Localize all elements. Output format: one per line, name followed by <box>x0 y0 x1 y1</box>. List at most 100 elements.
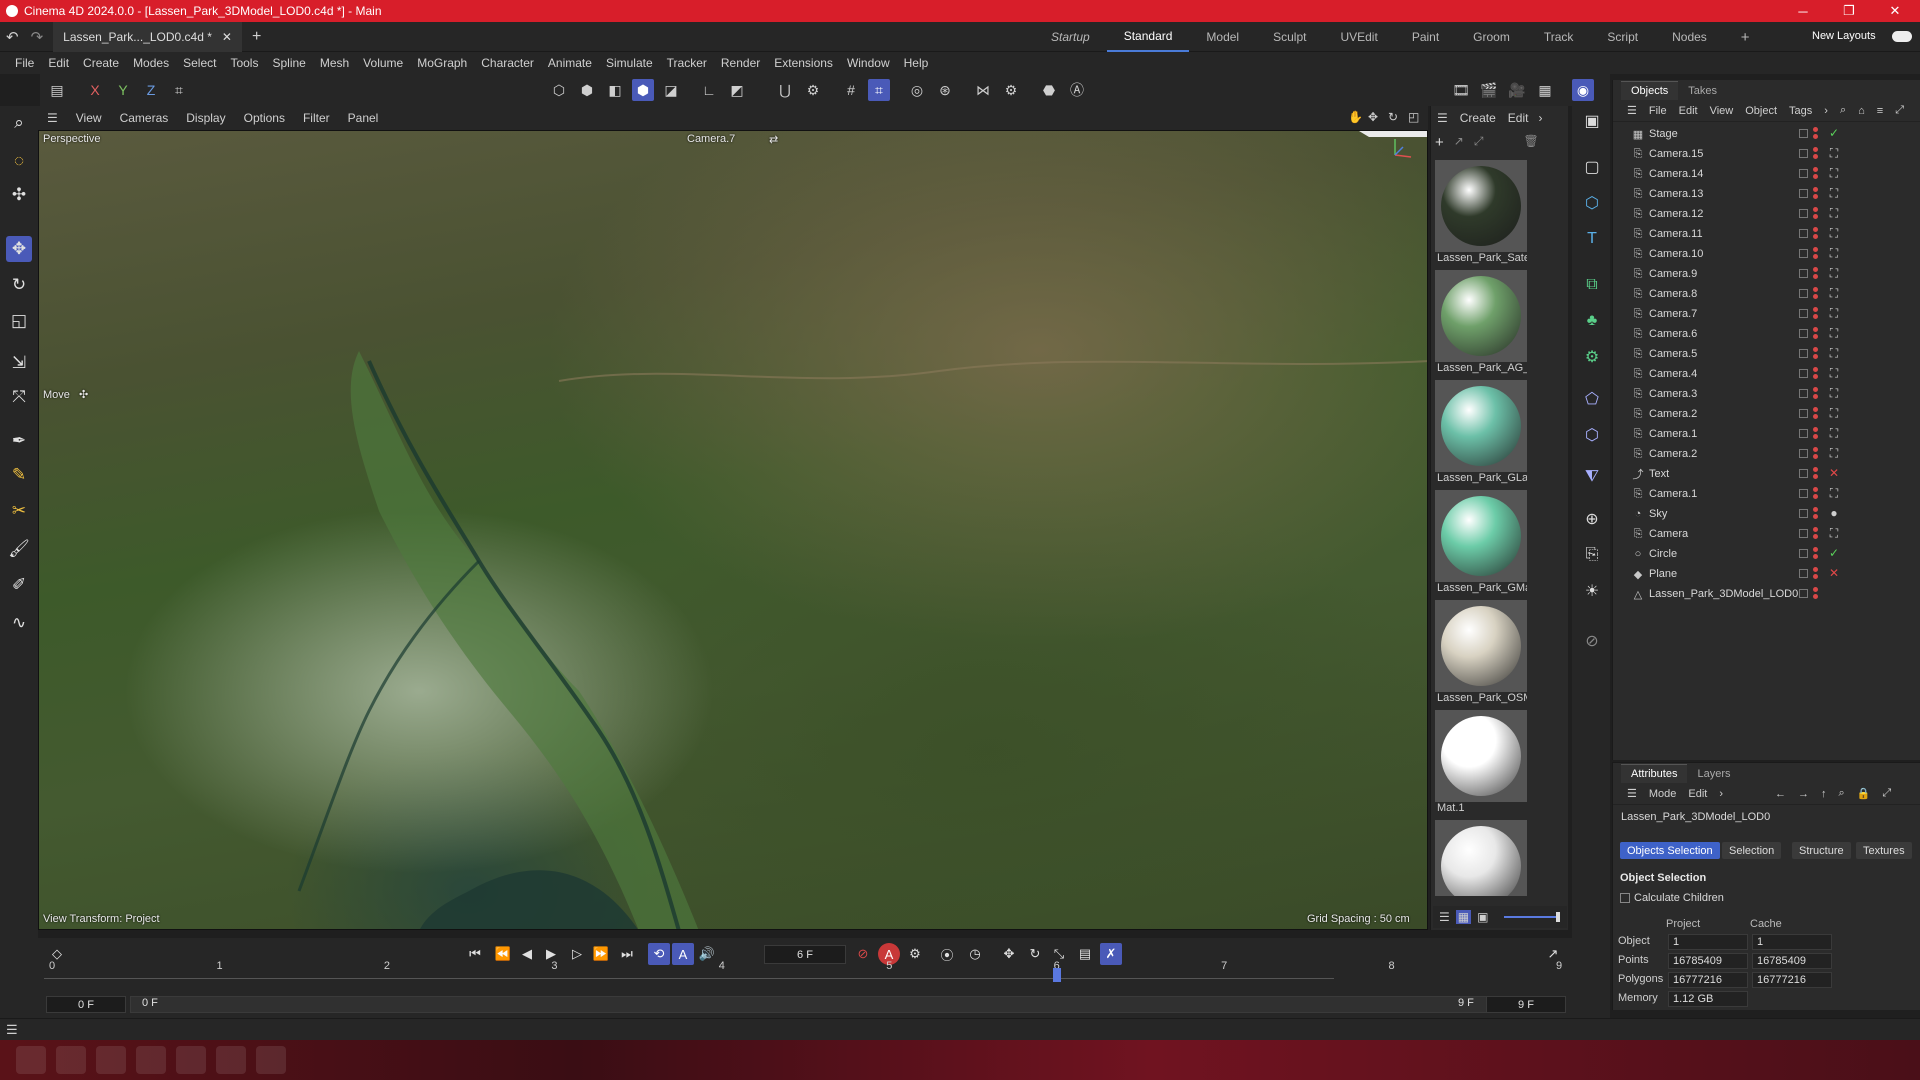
restore-icon[interactable]: ❐ <box>1826 0 1872 22</box>
generator-icon[interactable]: ⧉ <box>1579 272 1605 298</box>
layout-tab-startup[interactable]: Startup <box>1034 22 1107 52</box>
menu-file[interactable]: File <box>8 56 41 70</box>
back-arrow-icon[interactable]: ← <box>1769 788 1792 800</box>
effector-icon[interactable]: ⚙ <box>1579 344 1605 370</box>
new-tab-icon[interactable]: + <box>242 28 271 46</box>
object-tag-icon[interactable]: ⛶ <box>1827 226 1841 240</box>
object-row[interactable]: ⎘ Camera.11 ⛶ <box>1613 224 1920 244</box>
material-item[interactable]: Lassen_Park_OSM <box>1435 600 1527 708</box>
render-editor-dots[interactable] <box>1813 507 1818 521</box>
go-to-end-icon[interactable]: ⏭ <box>616 943 638 965</box>
tab-takes[interactable]: Takes <box>1678 82 1727 100</box>
visibility-toggle[interactable] <box>1799 269 1808 278</box>
menu-select[interactable]: Select <box>176 56 223 70</box>
axis-tool-icon[interactable]: ⤧ <box>6 384 32 410</box>
layout-tab-uvedit[interactable]: UVEdit <box>1323 22 1394 52</box>
visibility-toggle[interactable] <box>1799 189 1808 198</box>
spline-rectangle-icon[interactable]: ▢ <box>1579 154 1605 180</box>
menu-simulate[interactable]: Simulate <box>599 56 660 70</box>
grid-view-icon[interactable]: ▦ <box>1455 910 1472 924</box>
knife-tool-icon[interactable]: ✂ <box>6 498 32 524</box>
object-row[interactable]: ⎘ Camera.2 ⛶ <box>1613 404 1920 424</box>
material-item[interactable]: Lassen_Park_GLan <box>1435 380 1527 488</box>
object-row[interactable]: ⎘ Camera.12 ⛶ <box>1613 204 1920 224</box>
render-queue-icon[interactable]: ▦ <box>1534 79 1556 101</box>
lock-icon[interactable]: ⬣ <box>1038 79 1060 101</box>
render-editor-dots[interactable] <box>1813 467 1818 481</box>
visibility-toggle[interactable] <box>1799 449 1808 458</box>
object-row[interactable]: ○ Circle ✓ <box>1613 544 1920 564</box>
symmetry-icon[interactable]: ⋈ <box>972 79 994 101</box>
snap-icon[interactable]: ⋃ <box>774 79 796 101</box>
material-link-icon[interactable]: ⤢ <box>1474 134 1484 154</box>
end-frame-field[interactable]: 9 F <box>1486 996 1566 1013</box>
undo-icon[interactable]: ↶ <box>0 28 25 46</box>
tab-layers[interactable]: Layers <box>1687 765 1740 783</box>
paint-tool-icon[interactable]: ✐ <box>6 572 32 598</box>
object-tag-icon[interactable]: ⛶ <box>1827 366 1841 380</box>
taskbar-app-icon[interactable] <box>136 1046 166 1074</box>
chevron-right-icon[interactable]: › <box>1534 111 1546 125</box>
visibility-toggle[interactable] <box>1799 249 1808 258</box>
object-row[interactable]: ◔ Sky ● <box>1613 504 1920 524</box>
render-region-icon[interactable]: ◎ <box>906 79 928 101</box>
layout-tab-groom[interactable]: Groom <box>1456 22 1527 52</box>
visibility-toggle[interactable] <box>1799 549 1808 558</box>
object-row[interactable]: ▦ Stage ✓ <box>1613 124 1920 144</box>
visibility-toggle[interactable] <box>1799 469 1808 478</box>
material-item[interactable]: Lassen_Park_AG_L <box>1435 270 1527 378</box>
menu-help[interactable]: Help <box>897 56 936 70</box>
object-tag-icon[interactable]: ⛶ <box>1827 326 1841 340</box>
visibility-toggle[interactable] <box>1799 229 1808 238</box>
visibility-toggle[interactable] <box>1799 129 1808 138</box>
render-settings-icon[interactable]: ▣ <box>1579 108 1605 134</box>
motion-clip-icon[interactable]: ⦿ <box>936 943 958 965</box>
render-editor-dots[interactable] <box>1813 247 1818 261</box>
object-tag-icon[interactable]: ✓ <box>1827 126 1841 140</box>
render-editor-dots[interactable] <box>1813 307 1818 321</box>
orbit-icon[interactable]: ↻ <box>1388 110 1398 124</box>
menu-window[interactable]: Window <box>840 56 897 70</box>
visibility-toggle[interactable] <box>1799 309 1808 318</box>
attribute-menu-icon[interactable]: ☰ <box>1621 787 1643 800</box>
add-material-icon[interactable]: + <box>1435 134 1444 154</box>
playhead[interactable] <box>1052 968 1061 982</box>
material-edit-icon[interactable]: ↗ <box>1454 134 1464 154</box>
menu-character[interactable]: Character <box>474 56 541 70</box>
spline-pen-icon[interactable]: ✒ <box>6 428 32 454</box>
layout-tab-model[interactable]: Model <box>1189 22 1256 52</box>
object-row[interactable]: ◆ Plane ✕ <box>1613 564 1920 584</box>
environment-icon[interactable]: ⊕ <box>1579 506 1605 532</box>
document-tab[interactable]: Lassen_Park..._LOD0.c4d * ✕ <box>53 21 242 52</box>
swatch-size-slider[interactable] <box>1504 912 1561 922</box>
object-menu-view[interactable]: View <box>1704 105 1740 117</box>
render-editor-dots[interactable] <box>1813 127 1818 141</box>
menu-render[interactable]: Render <box>714 56 767 70</box>
render-editor-dots[interactable] <box>1813 327 1818 341</box>
menu-create[interactable]: Create <box>76 56 126 70</box>
object-tag-icon[interactable]: ⛶ <box>1827 406 1841 420</box>
tab-objects[interactable]: Objects <box>1621 81 1679 100</box>
menu-tools[interactable]: Tools <box>223 56 265 70</box>
menu-tracker[interactable]: Tracker <box>660 56 714 70</box>
object-row[interactable]: ⎘ Camera.10 ⛶ <box>1613 244 1920 264</box>
minimize-icon[interactable]: ─ <box>1780 0 1826 22</box>
viewport-menu-panel[interactable]: Panel <box>339 111 388 125</box>
render-editor-dots[interactable] <box>1813 387 1818 401</box>
material-menu-icon[interactable]: ☰ <box>1431 111 1454 125</box>
selection-button[interactable]: Selection <box>1722 842 1782 859</box>
object-tag-icon[interactable]: ● <box>1827 506 1841 520</box>
object-tag-icon[interactable]: ⛶ <box>1827 346 1841 360</box>
taskbar-app-icon[interactable] <box>96 1046 126 1074</box>
material-item[interactable]: Mat.1 <box>1435 710 1527 818</box>
3d-viewport[interactable]: Perspective Camera.7 ⇄ Move ✣ View Trans… <box>38 130 1428 930</box>
object-menu-edit[interactable]: Edit <box>1673 105 1704 117</box>
render-editor-dots[interactable] <box>1813 427 1818 441</box>
object-tag-icon[interactable]: ⛶ <box>1827 266 1841 280</box>
grid-snap-icon[interactable]: # <box>840 79 862 101</box>
objects-selection-button[interactable]: Objects Selection <box>1620 842 1720 859</box>
layout-tab-sculpt[interactable]: Sculpt <box>1256 22 1323 52</box>
material-menu-edit[interactable]: Edit <box>1502 111 1535 125</box>
render-editor-dots[interactable] <box>1813 267 1818 281</box>
model-mode-icon[interactable]: ⬢ <box>632 79 654 101</box>
